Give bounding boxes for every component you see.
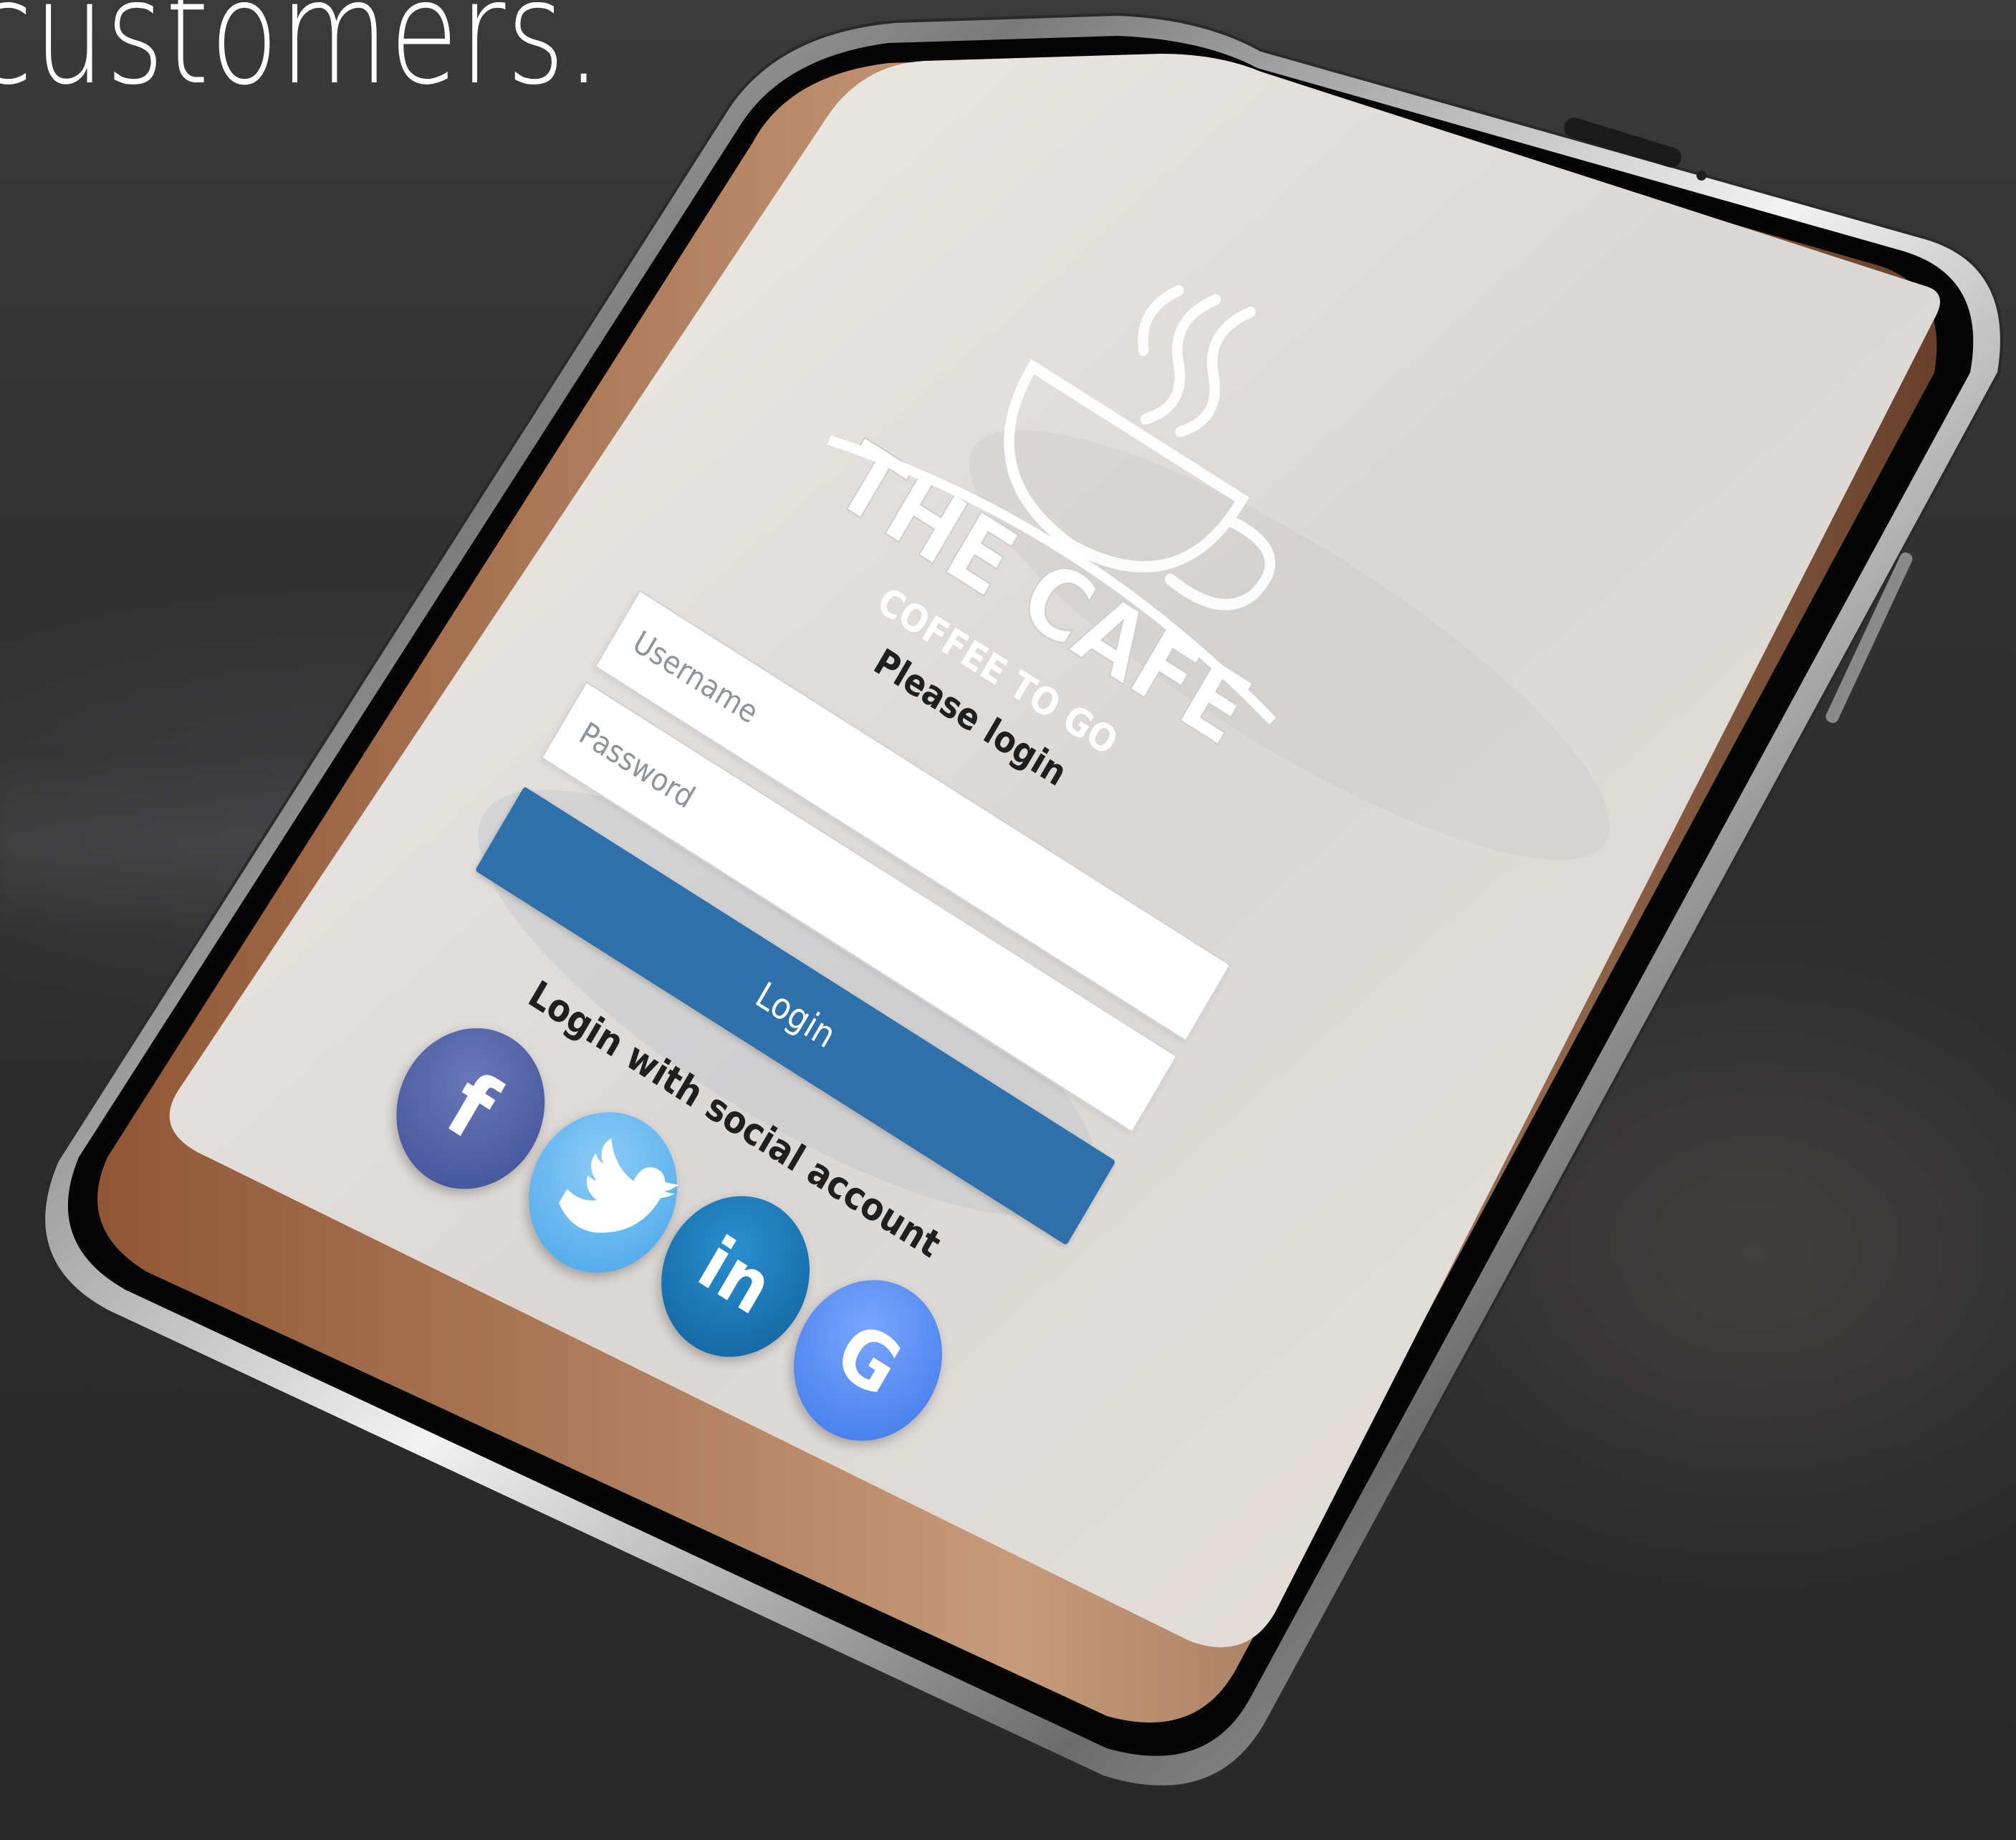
svg-text:f: f	[431, 1053, 514, 1161]
password-placeholder: Password	[573, 715, 701, 815]
username-placeholder: Username	[627, 623, 764, 731]
svg-text:G: G	[821, 1305, 916, 1414]
svg-text:in: in	[685, 1220, 787, 1331]
phone-mockup: THE CAFE COFFEE TO GO Please login Usern…	[0, 0, 2016, 1840]
